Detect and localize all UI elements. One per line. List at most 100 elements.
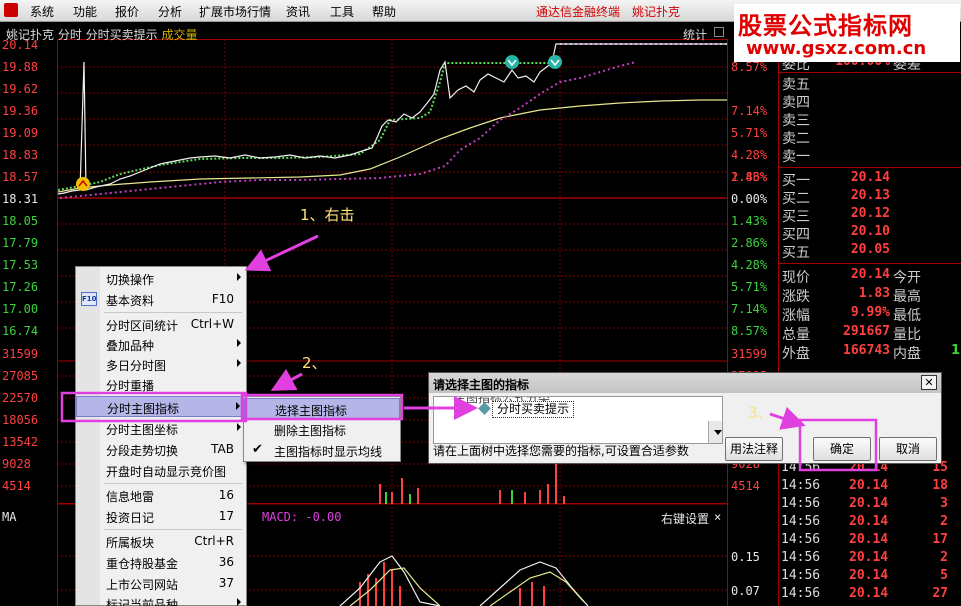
tree-node-selected[interactable]: 分时买卖提示 bbox=[492, 401, 575, 418]
macd-axis-label: 0.07 bbox=[731, 584, 760, 598]
volume-bars bbox=[379, 462, 565, 504]
annotation-step3: 3、 bbox=[748, 404, 773, 422]
ask-row: 卖五 bbox=[782, 77, 810, 93]
submenu-show-average[interactable]: ✔ 主图指标时显示均线 bbox=[244, 440, 400, 461]
pct-axis-label: 8.57% bbox=[731, 60, 768, 74]
menu-item-range-stats[interactable]: 分时区间统计 Ctrl+W bbox=[76, 314, 246, 335]
macd-dea-line bbox=[349, 567, 585, 606]
ok-button[interactable]: 确定 bbox=[813, 437, 871, 461]
menu-item-info-mine[interactable]: 信息地雷 16 bbox=[76, 485, 246, 506]
pct-axis-label: 5.71% bbox=[731, 280, 768, 294]
price-axis-label: 17.26 bbox=[2, 280, 39, 294]
menu-item-sector[interactable]: 所属板块 Ctrl+R bbox=[76, 531, 246, 552]
price-axis-label: 18.57 bbox=[2, 170, 39, 184]
menu-item-overlay[interactable]: 叠加品种 bbox=[76, 334, 246, 355]
price-axis-label: 18.05 bbox=[2, 214, 39, 228]
indicator-tree[interactable]: 主图指标公式分类 分时买卖提示 bbox=[433, 396, 723, 444]
stat-row: 涨幅 9.99% 最低 bbox=[782, 305, 921, 324]
price-axis-label: 17.53 bbox=[2, 258, 39, 272]
menu-analysis[interactable]: 分析 bbox=[158, 3, 182, 20]
pct-axis-label: 5.71% bbox=[731, 126, 768, 140]
volume-axis-label: 22570 bbox=[2, 391, 39, 405]
volume-axis-label-right: 31599 bbox=[731, 347, 768, 361]
stat-row: 现价 20.14 今开 bbox=[782, 267, 921, 286]
menu-item-switch-operation[interactable]: 切换操作 bbox=[76, 268, 246, 289]
menu-item-journal[interactable]: 投资日记 17 bbox=[76, 506, 246, 527]
menu-help[interactable]: 帮助 bbox=[372, 3, 396, 20]
buy-signal-band bbox=[57, 62, 552, 191]
menu-news[interactable]: 资讯 bbox=[286, 3, 310, 20]
app-logo-icon bbox=[4, 3, 18, 17]
menu-quote[interactable]: 报价 bbox=[115, 3, 139, 20]
indicator-submenu: 选择主图指标 删除主图指标 ✔ 主图指标时显示均线 bbox=[243, 396, 401, 462]
menu-item-segment-toggle[interactable]: 分段走势切换 TAB bbox=[76, 439, 246, 460]
tree-scroll-button[interactable] bbox=[708, 421, 722, 443]
bid-row: 买一 20.14 bbox=[782, 170, 890, 189]
macd-value: MACD: -0.00 bbox=[262, 510, 342, 524]
price-axis-label: 19.09 bbox=[2, 126, 39, 140]
submenu-select-indicator[interactable]: 选择主图指标 bbox=[244, 398, 400, 419]
pct-axis-label: 7.14% bbox=[731, 104, 768, 118]
macd-settings-hint[interactable]: 右键设置 bbox=[661, 510, 709, 527]
price-axis-label: 18.83 bbox=[2, 148, 39, 162]
menu-item-auction-chart[interactable]: 开盘时自动显示竞价图 bbox=[76, 460, 246, 481]
macd-close-icon[interactable]: × bbox=[714, 510, 721, 524]
sell-signal-marker-1 bbox=[505, 55, 519, 69]
average-price-line bbox=[57, 99, 727, 193]
menu-extended-market[interactable]: 扩展市场行情 bbox=[199, 3, 271, 20]
menu-item-main-indicator[interactable]: 分时主图指标 bbox=[76, 396, 246, 417]
dialog-close-button[interactable]: ✕ bbox=[921, 375, 937, 390]
menu-tools[interactable]: 工具 bbox=[330, 3, 354, 20]
submenu-delete-indicator[interactable]: 删除主图指标 bbox=[244, 419, 400, 440]
bid-row: 买五 20.05 bbox=[782, 242, 890, 261]
volume-axis-label: 9028 bbox=[2, 457, 31, 471]
pct-axis-label: 0.00% bbox=[731, 192, 768, 206]
menu-item-multi-day[interactable]: 多日分时图 bbox=[76, 354, 246, 375]
tick-row: 14:56 20.14 2 bbox=[781, 514, 948, 529]
menu-system[interactable]: 系统 bbox=[30, 3, 54, 20]
annotation-step1: 1、右击 bbox=[300, 206, 355, 224]
close-icon[interactable] bbox=[714, 27, 724, 37]
price-axis-label: 16.74 bbox=[2, 324, 39, 338]
menu-item-replay[interactable]: 分时重播 bbox=[76, 374, 246, 395]
watermark-url: www.gsxz.com.cn bbox=[746, 38, 927, 59]
dialog-hint: 请在上面树中选择您需要的指标,可设置合适参数 bbox=[433, 444, 689, 458]
sell-signal-dots bbox=[59, 61, 637, 199]
menu-item-funds[interactable]: 重仓持股基金 36 bbox=[76, 552, 246, 573]
menu-item-mark-stock[interactable]: 标记当前品种 bbox=[76, 593, 246, 606]
pct-axis-label: 8.57% bbox=[731, 324, 768, 338]
stat-label[interactable]: 统计 bbox=[683, 26, 707, 43]
menu-function[interactable]: 功能 bbox=[73, 3, 97, 20]
price-axis-label: 18.31 bbox=[2, 192, 39, 206]
cancel-button[interactable]: 取消 bbox=[879, 437, 937, 461]
dialog-titlebar[interactable]: 请选择主图的指标 ✕ bbox=[429, 373, 941, 393]
price-axis-label: 19.88 bbox=[2, 60, 39, 74]
pct-axis-label: 7.14% bbox=[731, 302, 768, 316]
price-axis-label: 20.14 bbox=[2, 38, 39, 52]
volume-axis-label: 13542 bbox=[2, 435, 39, 449]
buy-signal-marker bbox=[76, 177, 90, 191]
bid-row: 买三 20.12 bbox=[782, 206, 890, 225]
tick-row: 14:56 20.14 3 bbox=[781, 496, 948, 511]
menu-item-basic-info[interactable]: F10 基本资料 F10 bbox=[76, 289, 246, 310]
usage-notes-button[interactable]: 用法注释 bbox=[725, 437, 783, 461]
macd-dif-line bbox=[339, 555, 589, 606]
annotation-step2: 2、 bbox=[302, 354, 327, 372]
tick-row: 14:56 20.14 2 bbox=[781, 550, 948, 565]
bid-row: 买二 20.13 bbox=[782, 188, 890, 207]
pct-axis-label: 1.43% bbox=[731, 170, 768, 184]
price-axis-label: 17.79 bbox=[2, 236, 39, 250]
checkmark-icon: ✔ bbox=[252, 442, 263, 457]
ask-row: 卖二 bbox=[782, 131, 810, 147]
watermark-title: 股票公式指标网 bbox=[738, 12, 913, 40]
tick-row: 14:56 20.14 18 bbox=[781, 478, 948, 493]
pct-axis-label: 2.86% bbox=[731, 236, 768, 250]
volume-axis-label: 27085 bbox=[2, 369, 39, 383]
menu-item-company-site[interactable]: 上市公司网站 37 bbox=[76, 573, 246, 594]
menu-item-main-axis[interactable]: 分时主图坐标 bbox=[76, 418, 246, 439]
tick-row: 14:56 20.14 17 bbox=[781, 532, 948, 547]
price-axis-label: 17.00 bbox=[2, 302, 39, 316]
ask-row: 卖三 bbox=[782, 113, 810, 129]
tick-row: 14:56 20.14 27 bbox=[781, 586, 948, 601]
stat-row: 总量 291667 量比 bbox=[782, 324, 921, 343]
